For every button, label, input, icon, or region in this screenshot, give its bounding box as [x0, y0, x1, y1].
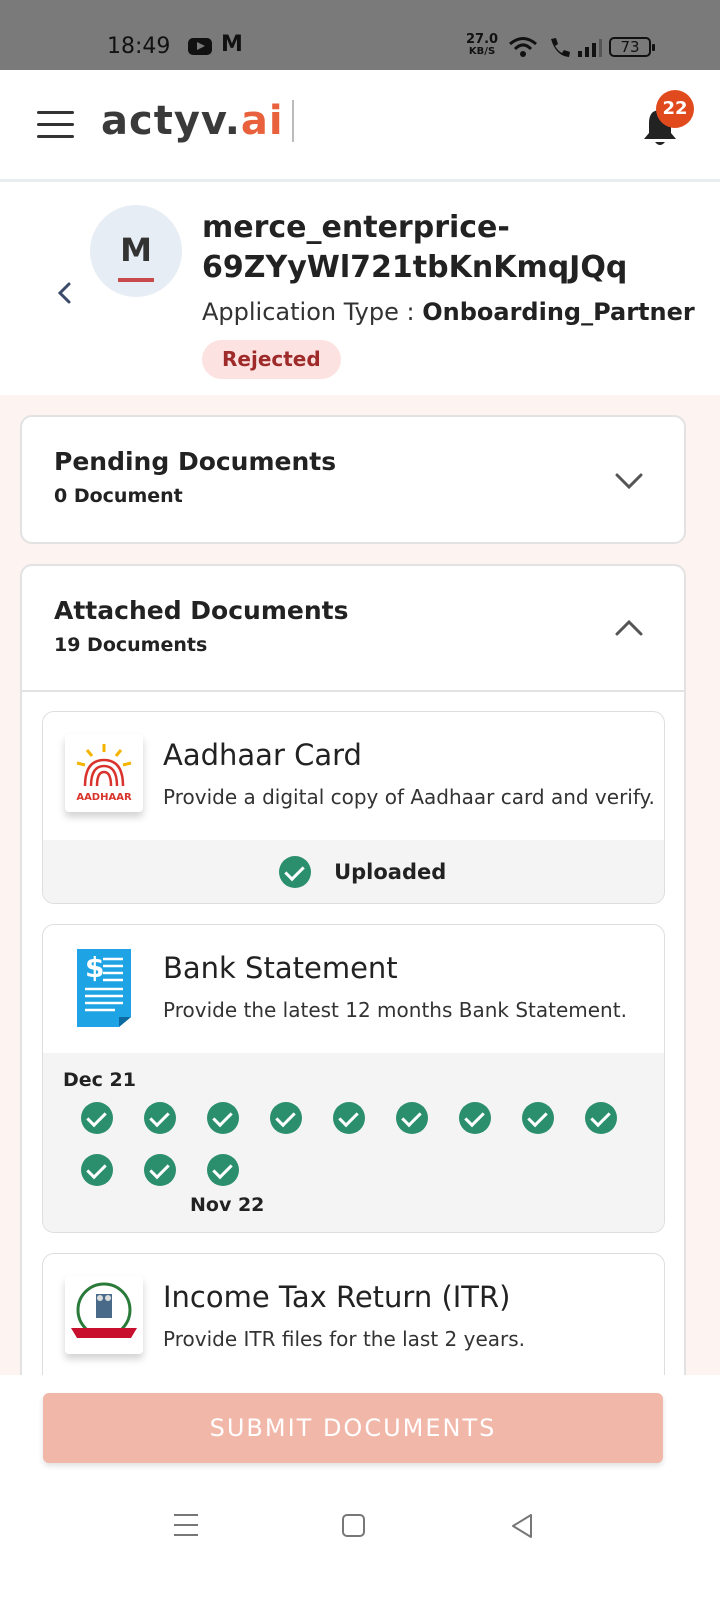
notification-badge: 22	[656, 90, 694, 128]
back-triangle-icon[interactable]	[510, 1512, 534, 1540]
home-icon[interactable]	[342, 1514, 365, 1537]
signal-icon	[578, 39, 602, 57]
application-name: merce_enterprice-69ZYyWl721tbKnKmqJQq	[202, 210, 628, 285]
application-type-label: Application Type :	[202, 298, 415, 326]
document-title: Bank Statement	[163, 951, 398, 985]
month-check-icon	[81, 1154, 113, 1186]
start-month-label: Dec 21	[63, 1069, 136, 1091]
avatar-underline	[118, 278, 154, 282]
svg-text:$: $	[85, 951, 104, 984]
bank-statement-icon: $	[65, 947, 143, 1027]
document-card-itr[interactable]: Income Tax Return (ITR) Provide ITR file…	[42, 1253, 665, 1375]
document-description: Provide ITR files for the last 2 years.	[163, 1327, 526, 1351]
status-time: 18:49	[107, 34, 171, 59]
document-description: Provide a digital copy of Aadhaar card a…	[163, 785, 655, 809]
menu-icon[interactable]	[37, 111, 74, 139]
call-icon	[551, 38, 570, 57]
logo-accent-text: ai	[240, 98, 284, 144]
attached-documents-title: Attached Documents	[54, 596, 349, 625]
aadhaar-logo: AADHAAR	[76, 744, 132, 803]
month-check-icon	[144, 1154, 176, 1186]
month-check-icon	[333, 1102, 365, 1134]
application-type-value: Onboarding_Partner	[422, 298, 695, 326]
application-type: Application Type : Onboarding_Partner	[202, 298, 695, 326]
check-circle-icon	[279, 856, 311, 888]
uploaded-label: Uploaded	[334, 860, 447, 884]
document-status-footer: Uploaded	[43, 840, 664, 903]
document-card-bank-statement[interactable]: $ Bank Statement Provide the latest 12 m…	[42, 924, 665, 1233]
status-bar: 18:49 M 27.0 KB/S 73	[0, 0, 720, 70]
document-description: Provide the latest 12 months Bank Statem…	[163, 998, 627, 1022]
network-speed: 27.0 KB/S	[466, 32, 499, 57]
uploaded-status: Uploaded	[279, 856, 446, 888]
month-check-icon	[522, 1102, 554, 1134]
submit-documents-button[interactable]: SUBMIT DOCUMENTS	[43, 1393, 663, 1463]
app-header: actyv.ai	[0, 70, 720, 182]
recent-apps-icon[interactable]	[174, 1514, 198, 1536]
document-card-aadhaar[interactable]: AADHAAR Aadhaar Card Provide a digital c…	[42, 711, 665, 904]
monthly-status-footer: Dec 21 Nov 22	[43, 1053, 664, 1232]
avatar-letter: M	[120, 231, 152, 269]
pending-documents-count: 0 Document	[54, 485, 183, 507]
gmail-icon: M	[221, 32, 243, 57]
month-check-icon	[585, 1102, 617, 1134]
month-check-icon	[459, 1102, 491, 1134]
avatar: M	[90, 205, 182, 297]
month-check-icon	[144, 1102, 176, 1134]
income-tax-emblem	[71, 1282, 137, 1338]
end-month-label: Nov 22	[190, 1194, 265, 1216]
documents-content: Pending Documents 0 Document Attached Do…	[0, 395, 720, 1375]
month-check-icon	[396, 1102, 428, 1134]
submit-area: SUBMIT DOCUMENTS	[0, 1375, 720, 1485]
app-logo: actyv.ai	[101, 98, 284, 144]
chevron-down-icon[interactable]	[614, 471, 644, 491]
back-chevron-icon[interactable]	[54, 280, 76, 306]
svg-text:AADHAAR: AADHAAR	[76, 792, 132, 803]
logo-divider	[292, 100, 294, 142]
pending-documents-section[interactable]: Pending Documents 0 Document	[20, 415, 686, 544]
bank-statement-graphic: $	[77, 949, 131, 1027]
document-title: Aadhaar Card	[163, 738, 362, 772]
month-check-icon	[207, 1102, 239, 1134]
month-check-icon	[270, 1102, 302, 1134]
income-tax-icon	[65, 1276, 143, 1354]
document-title: Income Tax Return (ITR)	[163, 1280, 511, 1314]
attached-documents-header[interactable]: Attached Documents 19 Documents	[22, 566, 684, 692]
logo-main-text: actyv.	[101, 98, 241, 144]
attached-documents-count: 19 Documents	[54, 634, 208, 656]
month-check-icon	[207, 1154, 239, 1186]
aadhaar-icon: AADHAAR	[65, 734, 143, 812]
pending-documents-title: Pending Documents	[54, 447, 337, 476]
month-check-icon	[81, 1102, 113, 1134]
status-badge: Rejected	[202, 340, 341, 379]
chevron-up-icon[interactable]	[614, 618, 644, 638]
wifi-icon	[509, 37, 537, 57]
youtube-icon	[188, 38, 212, 55]
system-nav-bar	[0, 1485, 720, 1600]
battery-icon: 73	[609, 37, 655, 57]
